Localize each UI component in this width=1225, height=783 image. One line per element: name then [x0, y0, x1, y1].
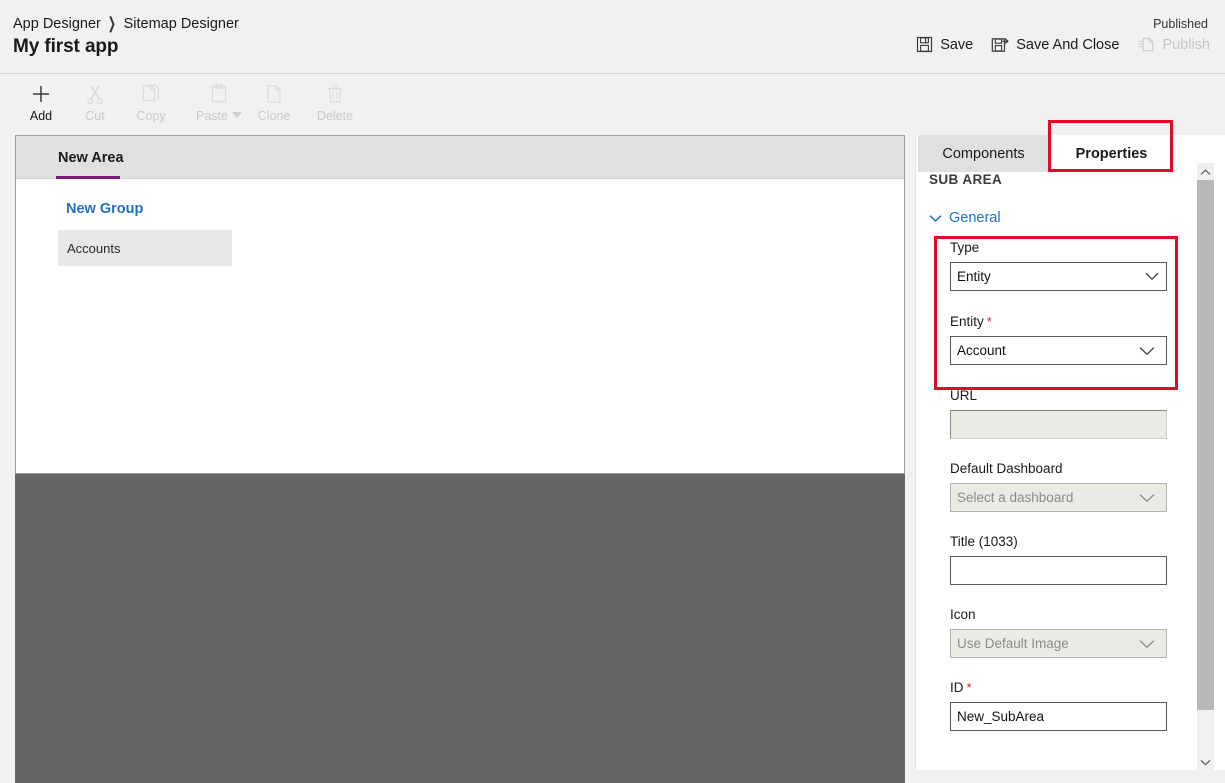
add-button-label: Add — [29, 109, 53, 123]
clone-button[interactable]: Clone — [245, 81, 303, 129]
chevron-up-icon — [1200, 163, 1211, 181]
general-section-label: General — [949, 210, 1001, 226]
save-and-close-icon — [991, 36, 1010, 53]
scissors-icon — [85, 81, 105, 107]
copy-icon — [140, 81, 162, 107]
icon-select[interactable]: Use Default Image — [950, 629, 1167, 658]
field-url: URL — [950, 388, 1190, 439]
clipboard-icon — [209, 81, 229, 107]
page-title: My first app — [13, 36, 119, 57]
save-button[interactable]: Save — [915, 34, 974, 55]
add-button[interactable]: Add — [12, 81, 70, 129]
properties-panel: Components Properties SUB AREA General T… — [915, 135, 1225, 770]
subarea-tile-accounts[interactable]: Accounts — [58, 230, 232, 266]
group-title-new-group[interactable]: New Group — [66, 201, 143, 217]
delete-button-label: Delete — [316, 109, 354, 123]
icon-select-value: Use Default Image — [957, 636, 1069, 651]
clone-icon — [263, 81, 285, 107]
required-asterisk: * — [986, 314, 992, 329]
command-bar: Add Cut Copy Paste Clone Delete — [0, 75, 1225, 135]
title-input-wrapper — [950, 556, 1167, 585]
entity-select[interactable]: Account — [950, 336, 1167, 365]
chevron-down-icon — [1200, 753, 1211, 771]
copy-button[interactable]: Copy — [122, 81, 180, 129]
field-title-label: Title (1033) — [950, 534, 1018, 549]
sitemap-canvas: New Area New Group Accounts — [15, 135, 905, 474]
chevron-down-icon — [1145, 263, 1159, 290]
field-default-dashboard: Default Dashboard Select a dashboard — [950, 461, 1190, 512]
breadcrumb-item-app-designer[interactable]: App Designer — [13, 16, 101, 32]
field-type: Type Entity — [950, 240, 1190, 291]
save-button-label: Save — [940, 36, 974, 53]
breadcrumb-chevron-icon: ❯ — [107, 13, 116, 33]
properties-panel-body: SUB AREA General Type Entity Entity * Ac… — [916, 172, 1225, 770]
entity-select-value: Account — [957, 343, 1006, 358]
field-default-dashboard-label: Default Dashboard — [950, 461, 1063, 476]
breadcrumb-item-sitemap-designer[interactable]: Sitemap Designer — [124, 16, 239, 32]
general-section-toggle[interactable]: General — [929, 210, 1001, 226]
url-input-wrapper — [950, 410, 1167, 439]
breadcrumb: App Designer ❯ Sitemap Designer — [13, 13, 239, 33]
scroll-down-button[interactable] — [1197, 753, 1214, 770]
field-entity: Entity * Account — [950, 314, 1190, 365]
canvas-dimmed-overlay — [15, 474, 905, 783]
field-id: ID * — [950, 680, 1190, 731]
paste-button-label: Paste — [196, 109, 242, 123]
field-url-label: URL — [950, 388, 978, 403]
field-entity-label: Entity * — [950, 314, 992, 329]
default-dashboard-select-value: Select a dashboard — [957, 490, 1074, 505]
field-title: Title (1033) — [950, 534, 1190, 585]
plus-icon — [30, 81, 52, 107]
id-input-wrapper — [950, 702, 1167, 731]
publish-button-label: Publish — [1162, 36, 1210, 53]
scroll-up-button[interactable] — [1197, 163, 1214, 180]
field-icon: Icon Use Default Image — [950, 607, 1190, 658]
area-tab-active-indicator — [56, 176, 120, 179]
type-select-value: Entity — [957, 269, 991, 284]
cut-button-label: Cut — [85, 109, 105, 123]
required-asterisk: * — [966, 680, 972, 695]
field-icon-label: Icon — [950, 607, 976, 622]
cut-button[interactable]: Cut — [66, 81, 124, 129]
chevron-down-icon — [1139, 484, 1155, 511]
chevron-down-icon — [1139, 630, 1155, 657]
paste-button[interactable]: Paste — [187, 81, 251, 129]
header-action-group: Save Save And Close Publish — [915, 34, 1211, 55]
copy-button-label: Copy — [136, 109, 166, 123]
publish-icon — [1137, 36, 1155, 53]
field-type-label: Type — [950, 240, 980, 255]
clone-button-label: Clone — [257, 109, 291, 123]
app-header: App Designer ❯ Sitemap Designer My first a… — [0, 0, 1225, 74]
panel-section-header: SUB AREA — [929, 172, 1003, 187]
type-select[interactable]: Entity — [950, 262, 1167, 291]
tab-components[interactable]: Components — [918, 135, 1049, 172]
field-id-label: ID * — [950, 680, 972, 695]
save-and-close-button-label: Save And Close — [1016, 36, 1120, 53]
title-input[interactable] — [950, 556, 1167, 585]
published-status-label: Published — [1153, 17, 1208, 31]
chevron-down-icon — [929, 214, 942, 223]
panel-tab-strip: Components Properties — [916, 135, 1225, 172]
save-icon — [916, 36, 933, 53]
area-tab-strip: New Area — [16, 136, 904, 179]
scrollbar-thumb[interactable] — [1197, 180, 1214, 710]
trash-icon — [325, 81, 345, 107]
url-input[interactable] — [950, 410, 1167, 439]
publish-button[interactable]: Publish — [1136, 34, 1211, 55]
id-input[interactable] — [950, 702, 1167, 731]
default-dashboard-select[interactable]: Select a dashboard — [950, 483, 1167, 512]
save-and-close-button[interactable]: Save And Close — [990, 34, 1120, 55]
properties-field-list: Type Entity Entity * Account URL Default… — [950, 240, 1190, 731]
area-tab-new-area[interactable]: New Area — [56, 136, 126, 179]
properties-panel-scrollbar[interactable] — [1197, 163, 1214, 770]
chevron-down-icon — [1139, 337, 1155, 364]
tab-properties[interactable]: Properties — [1049, 135, 1174, 172]
delete-button[interactable]: Delete — [306, 81, 364, 129]
paste-caret-icon[interactable] — [231, 112, 242, 118]
